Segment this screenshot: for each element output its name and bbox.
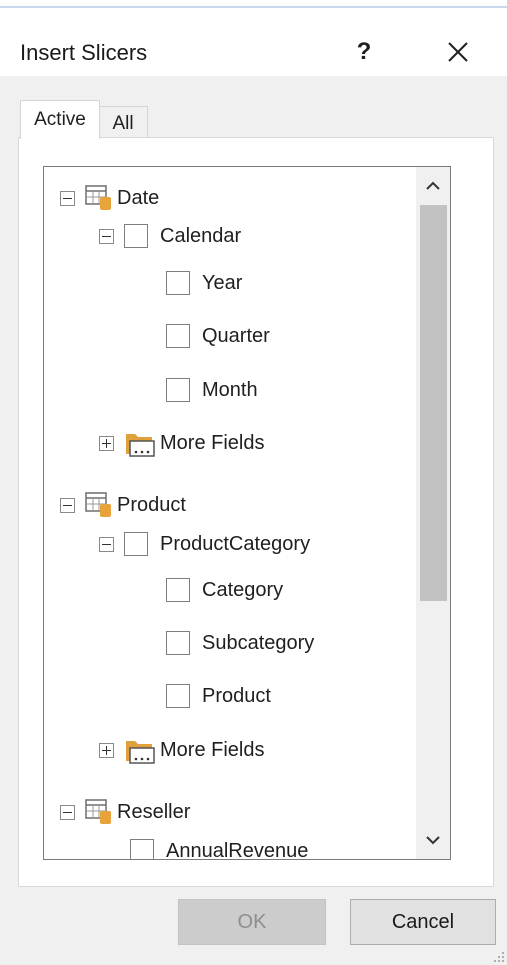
dialog-title-bar: Insert Slicers ? xyxy=(0,8,507,76)
checkbox[interactable] xyxy=(166,271,190,295)
tree-label: Year xyxy=(202,271,243,294)
tree-label: Product xyxy=(202,684,271,707)
tree-node-reseller[interactable]: Reseller xyxy=(60,795,190,829)
chevron-up-icon xyxy=(426,181,440,190)
tree-label: Calendar xyxy=(160,224,242,247)
scroll-thumb[interactable] xyxy=(420,205,447,601)
checkbox[interactable] xyxy=(124,532,148,556)
collapse-icon[interactable] xyxy=(60,190,75,206)
cancel-button[interactable]: Cancel xyxy=(350,899,496,945)
scroll-up-button[interactable] xyxy=(416,167,450,205)
checkbox[interactable] xyxy=(166,684,190,708)
tree-label: Month xyxy=(202,378,258,401)
tree-node-calendar[interactable]: Calendar xyxy=(99,219,241,253)
tree-label: Category xyxy=(202,578,284,601)
tab-panel: Date Calendar Year Quarter Month More Fi… xyxy=(18,137,494,887)
table-icon xyxy=(85,185,111,210)
collapse-icon[interactable] xyxy=(60,497,75,513)
tree-field-quarter[interactable]: Quarter xyxy=(166,319,270,353)
expand-icon[interactable] xyxy=(99,435,114,451)
tab-active[interactable]: Active xyxy=(20,100,100,139)
tree-field-category[interactable]: Category xyxy=(166,573,283,607)
tree-label: AnnualRevenue xyxy=(166,839,309,860)
tree-label: Quarter xyxy=(202,324,270,347)
collapse-icon[interactable] xyxy=(99,536,114,552)
checkbox[interactable] xyxy=(130,839,154,859)
checkbox[interactable] xyxy=(124,224,148,248)
checkbox[interactable] xyxy=(166,631,190,655)
tree-label: More Fields xyxy=(160,431,265,454)
expand-icon[interactable] xyxy=(99,742,114,758)
tab-all[interactable]: All xyxy=(98,106,148,139)
scroll-down-button[interactable] xyxy=(416,821,450,859)
tree-node-more-fields[interactable]: More Fields xyxy=(99,426,264,460)
tree-field-subcategory[interactable]: Subcategory xyxy=(166,626,314,660)
help-button[interactable]: ? xyxy=(344,30,384,74)
resize-grip-icon[interactable] xyxy=(491,949,505,963)
dialog-title: Insert Slicers xyxy=(20,40,148,65)
close-icon xyxy=(448,42,468,62)
tree-node-productcategory[interactable]: ProductCategory xyxy=(99,527,310,561)
folder-icon xyxy=(126,434,155,457)
tree-node-more-fields[interactable]: More Fields xyxy=(99,733,264,767)
tree-label: ProductCategory xyxy=(160,532,311,555)
tree-field-month[interactable]: Month xyxy=(166,373,258,407)
vertical-scrollbar[interactable] xyxy=(416,167,450,859)
collapse-icon[interactable] xyxy=(60,804,75,820)
checkbox[interactable] xyxy=(166,378,190,402)
dialog-body: Active All Date Calendar Year Quarter Mo… xyxy=(0,76,507,965)
tree-label: Subcategory xyxy=(202,631,315,654)
ok-button[interactable]: OK xyxy=(178,899,326,945)
checkbox[interactable] xyxy=(166,324,190,348)
tree-field-year[interactable]: Year xyxy=(166,266,242,300)
folder-icon xyxy=(126,741,155,764)
tree-node-date[interactable]: Date xyxy=(60,181,159,215)
table-icon xyxy=(85,799,111,824)
tree-label: More Fields xyxy=(160,738,265,761)
checkbox[interactable] xyxy=(166,578,190,602)
chevron-down-icon xyxy=(426,836,440,845)
table-icon xyxy=(85,492,111,517)
tree-field-annualrevenue[interactable]: AnnualRevenue xyxy=(130,834,309,860)
tree-node-product-table[interactable]: Product xyxy=(60,488,186,522)
close-button[interactable] xyxy=(434,30,482,74)
field-tree[interactable]: Date Calendar Year Quarter Month More Fi… xyxy=(43,166,451,860)
tree-field-product[interactable]: Product xyxy=(166,679,271,713)
tree-label: Date xyxy=(117,186,160,209)
collapse-icon[interactable] xyxy=(99,228,114,244)
tree-label: Reseller xyxy=(117,800,191,823)
tree-label: Product xyxy=(117,493,186,516)
